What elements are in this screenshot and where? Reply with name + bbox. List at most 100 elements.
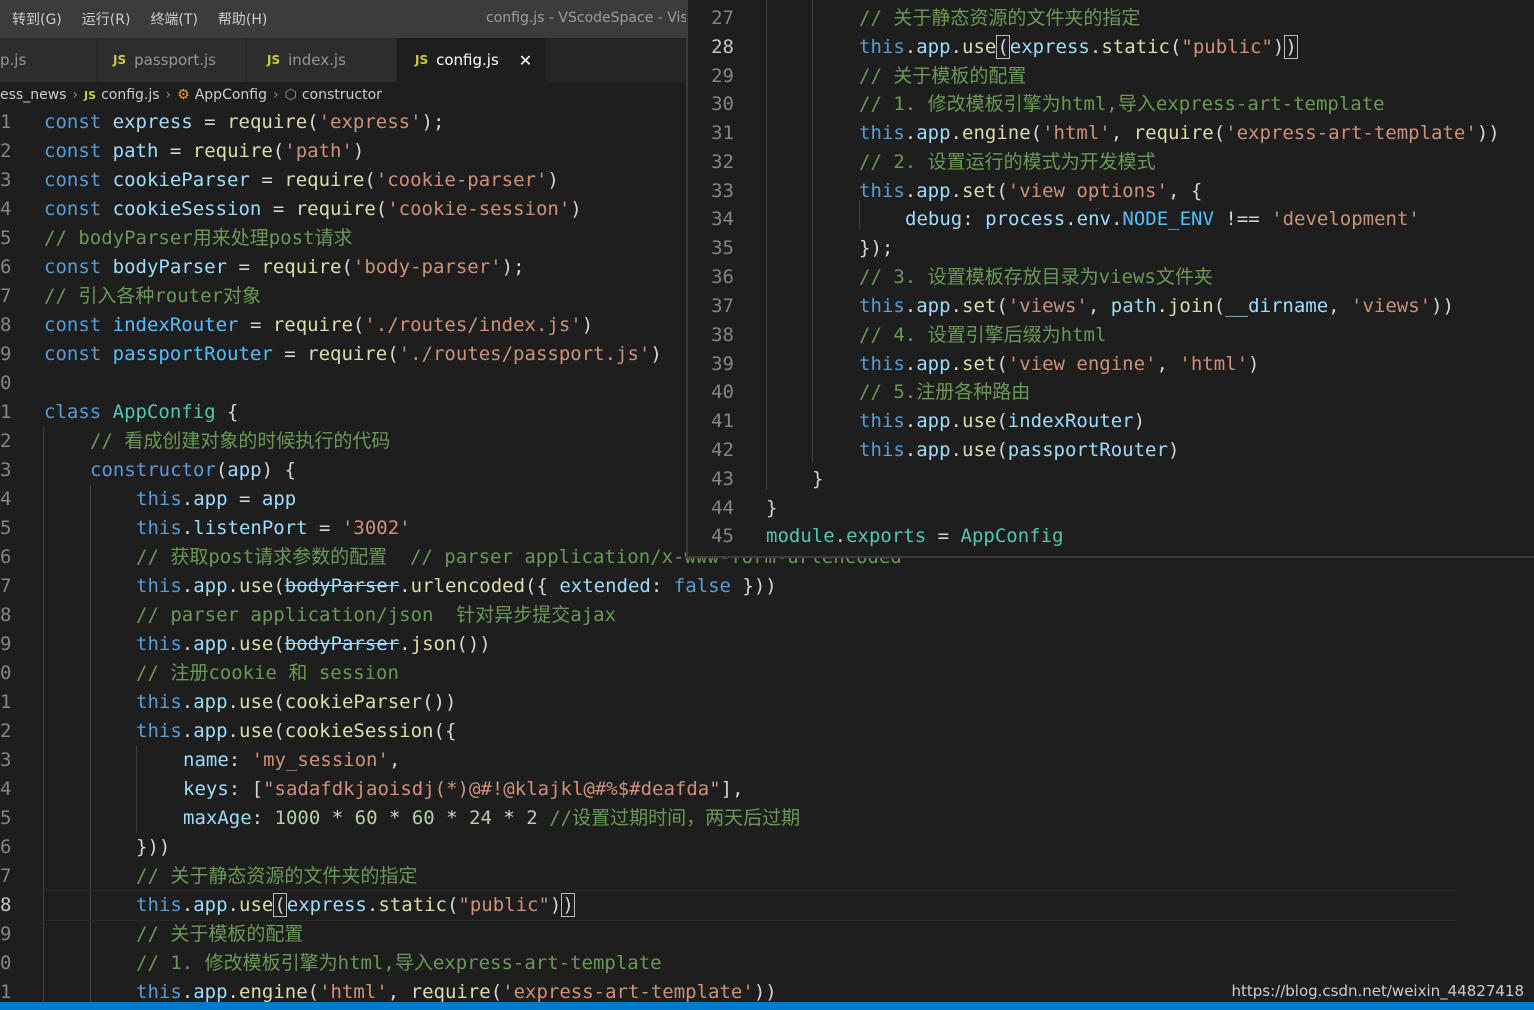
breadcrumb: ess_news › JS config.js › ⚙ AppConfig › … [0,82,686,108]
close-icon[interactable]: ✕ [519,51,532,70]
indent-guide [812,0,813,462]
line-number: 5 [0,227,12,249]
code-line: this.app.set('views', path.join(__dirnam… [859,295,1454,317]
code-comment: // 关于静态资源的文件夹的指定 [136,865,418,887]
tab-bar: p.js JS passport.js JS index.js JS confi… [0,38,686,82]
line-number: 1 [0,691,12,713]
code-line: } [766,497,778,519]
line-number: 6 [0,836,12,858]
code-comment: // 1. 修改模板引擎为html,导入express-art-template [136,952,662,974]
indent-guide [90,485,91,1002]
code-line: }); [859,237,894,259]
code-line: })) [136,836,171,858]
indent-guide [766,0,767,490]
line-number: 41 [711,410,734,432]
line-number: 7 [0,285,12,307]
code-comment: // bodyParser用来处理post请求 [44,227,353,249]
line-number: 2 [0,140,12,162]
breadcrumb-file[interactable]: config.js [101,87,159,103]
tab-label: p.js [0,51,27,69]
code-line: this.app.use(cookieParser()) [136,691,457,713]
line-number: 3 [0,169,12,191]
code-line: debug: process.env.NODE_ENV !== 'develop… [905,208,1420,230]
line-number: 7 [0,575,12,597]
code-line: this.app.use(express.static("public")) [859,35,1298,59]
line-number: 42 [711,439,734,461]
line-number: 31 [711,122,734,144]
code-comment: // 1. 修改模板引擎为html,导入express-art-template [859,93,1385,115]
line-number: 29 [711,65,734,87]
line-number: 4 [0,198,12,220]
line-number: 6 [0,546,12,568]
line-number: 39 [711,353,734,375]
code-line: const path = require('path') [44,140,365,162]
code-comment: // 2. 设置运行的模式为开发模式 [859,151,1156,173]
tab-config-js[interactable]: JS config.js ✕ [397,38,547,82]
breadcrumb-folder[interactable]: ess_news [0,87,66,103]
code-comment: // parser application/json 针对异步提交ajax [136,604,617,626]
watermark-url: https://blog.csdn.net/weixin_44827418 [1231,982,1524,1000]
code-line: this.app.engine('html', require('express… [136,981,777,1002]
line-number: 1 [0,111,12,133]
code-line: this.app.set('view engine', 'html') [859,353,1260,375]
code-comment: // 注册cookie 和 session [136,662,399,684]
line-number: 0 [0,952,12,974]
line-number: 36 [711,266,734,288]
menu-run[interactable]: 运行(R) [82,9,131,29]
line-number: 1 [0,981,12,1002]
chevron-right-icon: › [273,87,279,103]
tab-label: passport.js [134,51,216,69]
code-line: const express = require('express'); [44,111,445,133]
line-number: 2 [0,430,12,452]
code-line: this.app.use(express.static("public")) [136,893,575,917]
line-number: 5 [0,517,12,539]
overlay-editor[interactable]: 27 28 29 30 31 32 33 34 35 36 37 38 39 4… [686,0,1534,558]
window-title: config.js - VScodeSpace - Visu [486,10,697,26]
line-number: 27 [711,7,734,29]
tab-index-js[interactable]: JS index.js [247,38,397,82]
code-comment: // 关于静态资源的文件夹的指定 [859,7,1141,29]
breadcrumb-class[interactable]: AppConfig [195,87,267,103]
code-line: this.app = app [136,488,297,510]
indent-guide [136,746,137,833]
code-line: this.app.use(bodyParser.json()) [136,633,491,655]
tab-passport-js[interactable]: JS passport.js [97,38,247,82]
line-number: 3 [0,459,12,481]
chevron-right-icon: › [165,87,172,103]
code-line: const cookieSession = require('cookie-se… [44,198,582,220]
line-number: 4 [0,488,12,510]
line-number: 7 [0,865,12,887]
js-file-icon: JS [415,53,429,67]
tab-app-js[interactable]: p.js [0,38,97,82]
code-comment: // 4. 设置引擎后缀为html [859,324,1107,346]
menu-terminal[interactable]: 终端(T) [150,9,197,29]
code-line: const cookieParser = require('cookie-par… [44,169,559,191]
menu-bar: 转到(G) 运行(R) 终端(T) 帮助(H) config.js - VSco… [0,0,700,38]
line-number: 5 [0,807,12,829]
line-number: 8 [0,894,12,916]
line-number: 35 [711,237,734,259]
line-number: 3 [0,749,12,771]
code-line: this.listenPort = '3002' [136,517,411,539]
js-file-icon: JS [113,53,127,67]
line-number: 45 [711,525,734,547]
code-line: module.exports = AppConfig [766,525,1064,547]
method-icon: ⬡ [284,87,297,103]
code-comment: // 关于模板的配置 [136,923,304,945]
breadcrumb-method[interactable]: constructor [302,87,382,103]
line-number: 34 [711,208,734,230]
code-comment: // 3. 设置模板存放目录为views文件夹 [859,266,1213,288]
menu-help[interactable]: 帮助(H) [218,9,267,29]
line-number: 2 [0,720,12,742]
code-comment: // 5.注册各种路由 [859,381,1031,403]
line-number: 30 [711,93,734,115]
line-number: 8 [0,314,12,336]
line-number: 43 [711,468,734,490]
line-number: 0 [0,372,12,394]
status-bar [0,1002,1534,1010]
code-line: this.app.set('view options', { [859,180,1203,202]
line-number: 9 [0,633,12,655]
code-line: this.app.use(indexRouter) [859,410,1146,432]
menu-goto[interactable]: 转到(G) [12,9,62,29]
code-comment: // 关于模板的配置 [859,65,1027,87]
